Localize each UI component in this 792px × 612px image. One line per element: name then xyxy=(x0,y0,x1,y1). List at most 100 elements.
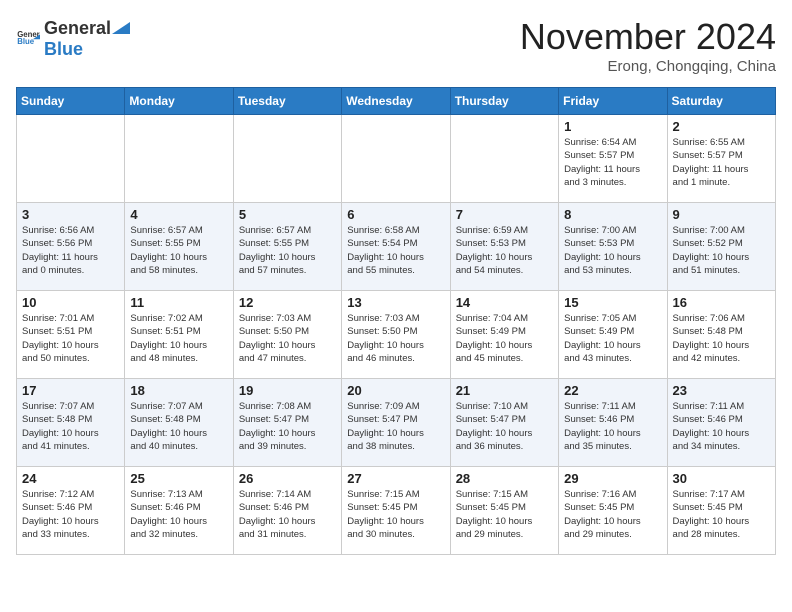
calendar-cell: 15 Sunrise: 7:05 AM Sunset: 5:49 PM Dayli… xyxy=(559,291,667,379)
day-number: 29 xyxy=(564,471,661,486)
calendar-week-2: 3Sunrise: 6:56 AM Sunset: 5:56 PM Daylig… xyxy=(17,203,776,291)
day-number: 11 xyxy=(130,295,227,310)
day-number: 28 xyxy=(456,471,553,486)
calendar-cell: 22 Sunrise: 7:11 AM Sunset: 5:46 PM Dayli… xyxy=(559,379,667,467)
day-info: Sunrise: 6:57 AM Sunset: 5:55 PM Dayligh… xyxy=(130,224,227,277)
day-number: 26 xyxy=(239,471,336,486)
calendar-week-1: 1 Sunrise: 6:54 AM Sunset: 5:57 PM Daylig… xyxy=(17,115,776,203)
day-number: 27 xyxy=(347,471,444,486)
page-header: General Blue General Blue November 2024 … xyxy=(16,16,776,75)
calendar-cell: 9 Sunrise: 7:00 AM Sunset: 5:52 PM Daylig… xyxy=(667,203,775,291)
weekday-header-wednesday: Wednesday xyxy=(342,88,450,115)
day-info: Sunrise: 6:55 AM Sunset: 5:57 PM Dayligh… xyxy=(673,136,770,189)
day-number: 23 xyxy=(673,383,770,398)
calendar-cell: 30 Sunrise: 7:17 AM Sunset: 5:45 PM Dayli… xyxy=(667,467,775,555)
svg-text:Blue: Blue xyxy=(17,37,35,46)
calendar-cell: 1 Sunrise: 6:54 AM Sunset: 5:57 PM Daylig… xyxy=(559,115,667,203)
day-number: 16 xyxy=(673,295,770,310)
logo-text-general: General xyxy=(44,18,111,39)
calendar-cell: 17Sunrise: 7:07 AM Sunset: 5:48 PM Dayli… xyxy=(17,379,125,467)
day-info: Sunrise: 7:15 AM Sunset: 5:45 PM Dayligh… xyxy=(456,488,553,541)
calendar-cell: 28 Sunrise: 7:15 AM Sunset: 5:45 PM Dayli… xyxy=(450,467,558,555)
day-info: Sunrise: 7:00 AM Sunset: 5:53 PM Dayligh… xyxy=(564,224,661,277)
calendar-cell: 7 Sunrise: 6:59 AM Sunset: 5:53 PM Daylig… xyxy=(450,203,558,291)
day-info: Sunrise: 7:09 AM Sunset: 5:47 PM Dayligh… xyxy=(347,400,444,453)
logo-icon: General Blue xyxy=(16,26,40,50)
day-number: 12 xyxy=(239,295,336,310)
calendar-cell: 12Sunrise: 7:03 AM Sunset: 5:50 PM Dayli… xyxy=(233,291,341,379)
calendar-body: 1 Sunrise: 6:54 AM Sunset: 5:57 PM Daylig… xyxy=(17,115,776,555)
day-number: 1 xyxy=(564,119,661,134)
weekday-header-monday: Monday xyxy=(125,88,233,115)
day-info: Sunrise: 7:00 AM Sunset: 5:52 PM Dayligh… xyxy=(673,224,770,277)
day-number: 15 xyxy=(564,295,661,310)
month-title: November 2024 xyxy=(520,16,776,58)
day-info: Sunrise: 7:07 AM Sunset: 5:48 PM Dayligh… xyxy=(22,400,119,453)
day-info: Sunrise: 7:10 AM Sunset: 5:47 PM Dayligh… xyxy=(456,400,553,453)
day-number: 7 xyxy=(456,207,553,222)
calendar-cell xyxy=(342,115,450,203)
weekday-header-tuesday: Tuesday xyxy=(233,88,341,115)
calendar-header: SundayMondayTuesdayWednesdayThursdayFrid… xyxy=(17,88,776,115)
day-info: Sunrise: 7:01 AM Sunset: 5:51 PM Dayligh… xyxy=(22,312,119,365)
day-number: 2 xyxy=(673,119,770,134)
calendar-week-5: 24 Sunrise: 7:12 AM Sunset: 5:46 PM Dayli… xyxy=(17,467,776,555)
calendar-cell: 2 Sunrise: 6:55 AM Sunset: 5:57 PM Daylig… xyxy=(667,115,775,203)
day-number: 9 xyxy=(673,207,770,222)
day-number: 24 xyxy=(22,471,119,486)
calendar-cell: 13Sunrise: 7:03 AM Sunset: 5:50 PM Dayli… xyxy=(342,291,450,379)
calendar-cell: 29 Sunrise: 7:16 AM Sunset: 5:45 PM Dayli… xyxy=(559,467,667,555)
day-info: Sunrise: 7:06 AM Sunset: 5:48 PM Dayligh… xyxy=(673,312,770,365)
weekday-header-row: SundayMondayTuesdayWednesdayThursdayFrid… xyxy=(17,88,776,115)
calendar-cell: 3Sunrise: 6:56 AM Sunset: 5:56 PM Daylig… xyxy=(17,203,125,291)
calendar-cell: 16 Sunrise: 7:06 AM Sunset: 5:48 PM Dayli… xyxy=(667,291,775,379)
day-info: Sunrise: 6:59 AM Sunset: 5:53 PM Dayligh… xyxy=(456,224,553,277)
calendar-cell xyxy=(450,115,558,203)
calendar-cell: 24 Sunrise: 7:12 AM Sunset: 5:46 PM Dayli… xyxy=(17,467,125,555)
day-number: 14 xyxy=(456,295,553,310)
day-number: 19 xyxy=(239,383,336,398)
day-info: Sunrise: 7:11 AM Sunset: 5:46 PM Dayligh… xyxy=(673,400,770,453)
day-info: Sunrise: 7:12 AM Sunset: 5:46 PM Dayligh… xyxy=(22,488,119,541)
day-number: 3 xyxy=(22,207,119,222)
day-info: Sunrise: 7:11 AM Sunset: 5:46 PM Dayligh… xyxy=(564,400,661,453)
calendar-cell: 5Sunrise: 6:57 AM Sunset: 5:55 PM Daylig… xyxy=(233,203,341,291)
day-number: 5 xyxy=(239,207,336,222)
day-number: 13 xyxy=(347,295,444,310)
calendar-cell: 8 Sunrise: 7:00 AM Sunset: 5:53 PM Daylig… xyxy=(559,203,667,291)
calendar-cell: 27 Sunrise: 7:15 AM Sunset: 5:45 PM Dayli… xyxy=(342,467,450,555)
day-info: Sunrise: 7:05 AM Sunset: 5:49 PM Dayligh… xyxy=(564,312,661,365)
day-number: 22 xyxy=(564,383,661,398)
calendar-week-4: 17Sunrise: 7:07 AM Sunset: 5:48 PM Dayli… xyxy=(17,379,776,467)
day-number: 30 xyxy=(673,471,770,486)
day-info: Sunrise: 6:54 AM Sunset: 5:57 PM Dayligh… xyxy=(564,136,661,189)
weekday-header-sunday: Sunday xyxy=(17,88,125,115)
logo: General Blue General Blue xyxy=(16,16,131,60)
day-info: Sunrise: 7:08 AM Sunset: 5:47 PM Dayligh… xyxy=(239,400,336,453)
calendar-cell: 21Sunrise: 7:10 AM Sunset: 5:47 PM Dayli… xyxy=(450,379,558,467)
calendar-cell: 11 Sunrise: 7:02 AM Sunset: 5:51 PM Dayli… xyxy=(125,291,233,379)
logo-triangle-icon xyxy=(112,16,130,34)
day-number: 10 xyxy=(22,295,119,310)
calendar-week-3: 10 Sunrise: 7:01 AM Sunset: 5:51 PM Dayli… xyxy=(17,291,776,379)
calendar-cell xyxy=(125,115,233,203)
day-info: Sunrise: 7:17 AM Sunset: 5:45 PM Dayligh… xyxy=(673,488,770,541)
day-info: Sunrise: 6:58 AM Sunset: 5:54 PM Dayligh… xyxy=(347,224,444,277)
day-number: 20 xyxy=(347,383,444,398)
weekday-header-friday: Friday xyxy=(559,88,667,115)
calendar-cell xyxy=(17,115,125,203)
calendar-cell: 23 Sunrise: 7:11 AM Sunset: 5:46 PM Dayli… xyxy=(667,379,775,467)
day-number: 6 xyxy=(347,207,444,222)
calendar-cell: 14 Sunrise: 7:04 AM Sunset: 5:49 PM Dayli… xyxy=(450,291,558,379)
day-info: Sunrise: 7:02 AM Sunset: 5:51 PM Dayligh… xyxy=(130,312,227,365)
day-info: Sunrise: 7:14 AM Sunset: 5:46 PM Dayligh… xyxy=(239,488,336,541)
calendar-cell: 25Sunrise: 7:13 AM Sunset: 5:46 PM Dayli… xyxy=(125,467,233,555)
day-info: Sunrise: 7:15 AM Sunset: 5:45 PM Dayligh… xyxy=(347,488,444,541)
day-info: Sunrise: 7:16 AM Sunset: 5:45 PM Dayligh… xyxy=(564,488,661,541)
title-block: November 2024 Erong, Chongqing, China xyxy=(520,16,776,75)
weekday-header-saturday: Saturday xyxy=(667,88,775,115)
day-info: Sunrise: 7:04 AM Sunset: 5:49 PM Dayligh… xyxy=(456,312,553,365)
calendar-table: SundayMondayTuesdayWednesdayThursdayFrid… xyxy=(16,87,776,555)
calendar-cell: 20 Sunrise: 7:09 AM Sunset: 5:47 PM Dayli… xyxy=(342,379,450,467)
day-number: 8 xyxy=(564,207,661,222)
